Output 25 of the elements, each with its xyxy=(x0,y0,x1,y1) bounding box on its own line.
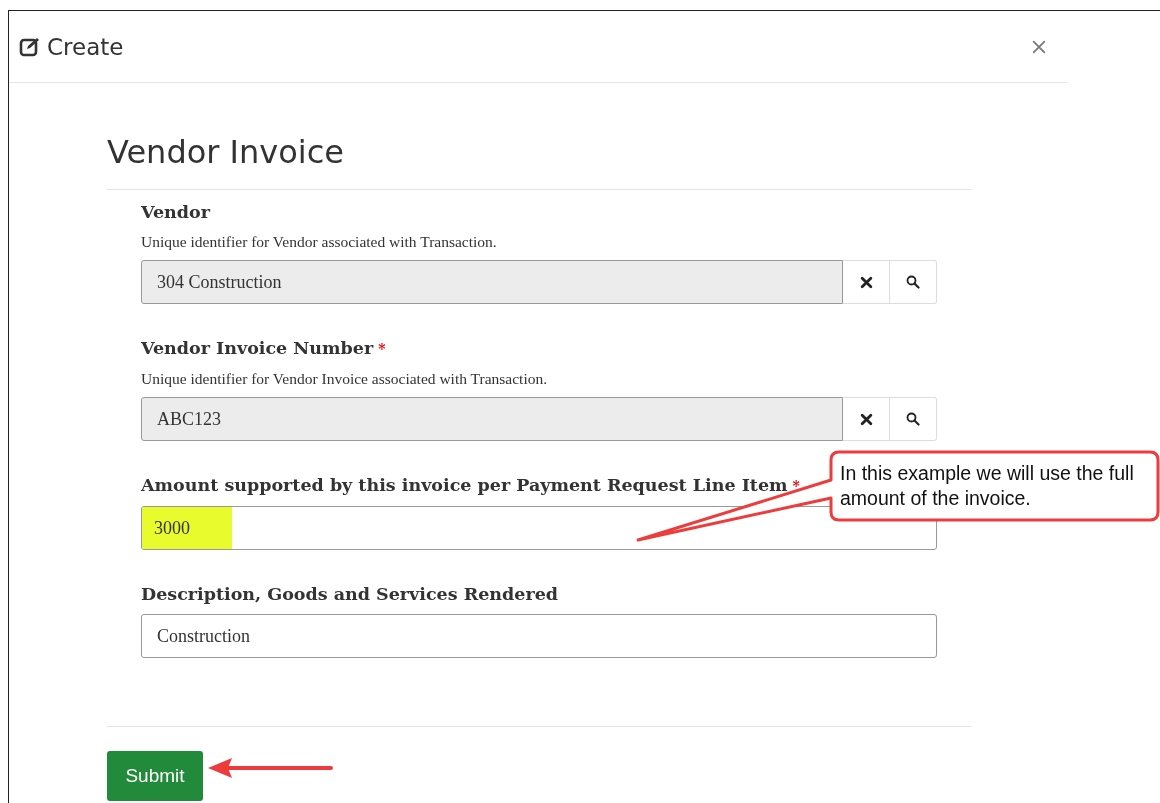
close-icon xyxy=(1031,38,1047,55)
dialog-title: Create xyxy=(47,33,124,60)
input-field[interactable]: ABC123 xyxy=(141,397,843,441)
form-title: Vendor Invoice xyxy=(107,133,971,190)
clear-button[interactable] xyxy=(843,260,890,304)
input-field[interactable]: Construction xyxy=(141,614,937,658)
required-mark: * xyxy=(792,478,800,494)
submit-button[interactable]: Submit xyxy=(107,751,203,801)
edit-icon xyxy=(19,35,41,58)
field-label: Vendor Invoice Number * xyxy=(141,338,387,359)
search-button[interactable] xyxy=(890,397,937,441)
clear-icon xyxy=(859,412,873,426)
input-field[interactable]: 304 Construction xyxy=(141,260,843,304)
field-label: Description, Goods and Services Rendered xyxy=(141,584,559,604)
close-button[interactable] xyxy=(1031,38,1047,55)
field-description: Unique identifier for Vendor Invoice associated with Transaction. xyxy=(141,369,549,389)
field-label: Vendor xyxy=(141,202,212,222)
search-icon xyxy=(906,412,920,426)
clear-icon xyxy=(859,275,873,289)
input-field[interactable]: 3000 xyxy=(141,506,937,550)
required-mark: * xyxy=(378,341,386,357)
clear-button[interactable] xyxy=(843,397,890,441)
search-icon xyxy=(906,275,920,289)
search-button[interactable] xyxy=(890,260,937,304)
field-description: Unique identifier for Vendor associated with Transaction. xyxy=(141,232,498,252)
